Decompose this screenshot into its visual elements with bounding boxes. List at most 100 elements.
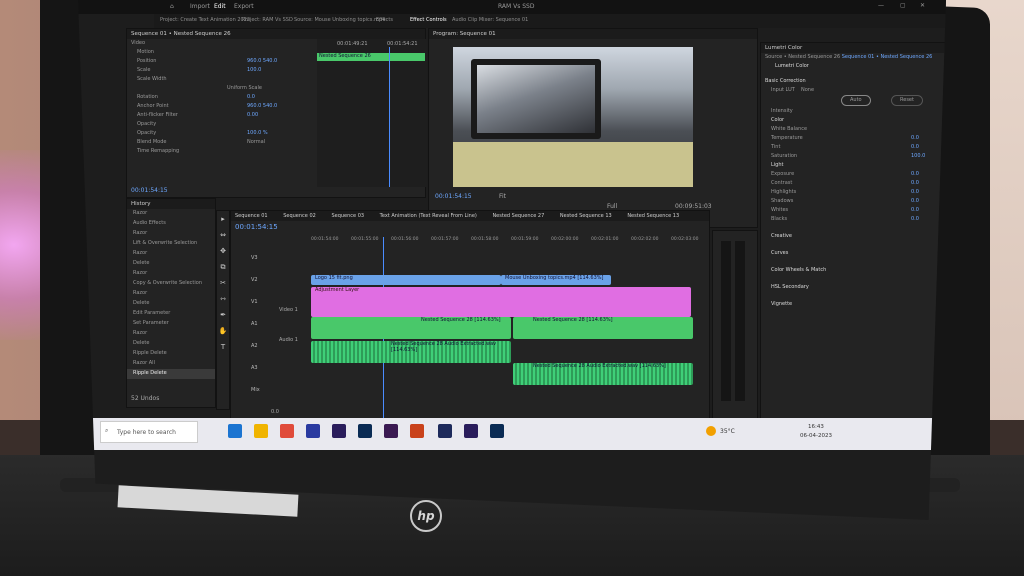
import-tab[interactable]: Import (190, 3, 210, 10)
history-item[interactable]: Ripple Delete (127, 369, 215, 379)
tab-nested-13a[interactable]: Nested Sequence 13 (560, 213, 612, 219)
adjustment-layer-clip[interactable]: Adjustment Layer (311, 287, 691, 317)
lumetri-effect[interactable]: Lumetri Color (761, 62, 945, 71)
tab-effects[interactable]: Effects (376, 17, 393, 23)
tab-effect-controls[interactable]: Effect Controls (410, 17, 447, 23)
history-item[interactable]: Razor (127, 329, 215, 339)
home-icon[interactable]: ⌂ (170, 3, 174, 10)
history-item[interactable]: Razor (127, 289, 215, 299)
whites-row[interactable]: Whites 0.0 (761, 206, 945, 215)
temperature-row[interactable]: Temperature 0.0 (761, 134, 945, 143)
minimize-icon[interactable]: — (878, 2, 884, 9)
intensity[interactable]: Intensity (761, 107, 945, 116)
app-icon[interactable] (410, 424, 424, 438)
history-item[interactable]: Razor (127, 269, 215, 279)
tab-nested-13b[interactable]: Nested Sequence 13 (627, 213, 679, 219)
tab-project-ram[interactable]: Project: RAM Vs SSD (242, 17, 293, 23)
export-tab[interactable]: Export (234, 3, 254, 10)
basic-correction[interactable]: Basic Correction (761, 77, 945, 86)
tab-nested-27[interactable]: Nested Sequence 27 (492, 213, 544, 219)
chrome-icon[interactable] (280, 424, 294, 438)
effect-timecode[interactable]: 00:01:54:15 (131, 187, 168, 194)
history-item[interactable]: Copy & Overwrite Selection (127, 279, 215, 289)
clock-time[interactable]: 16:43 (808, 424, 824, 430)
nested-clip-bar[interactable]: Nested Sequence 26 (317, 53, 425, 61)
photoshop-2-icon[interactable] (490, 424, 504, 438)
history-item[interactable]: Razor (127, 229, 215, 239)
history-item[interactable]: Edit Parameter (127, 309, 215, 319)
edit-tab[interactable]: Edit (214, 3, 226, 10)
blacks-row[interactable]: Blacks 0.0 (761, 215, 945, 224)
clock-date[interactable]: 06-04-2023 (800, 433, 832, 439)
weather-temp[interactable]: 35°C (720, 428, 735, 435)
tool-icons[interactable]: ▸ ⇔ ✥ ⧉ ✂ ⇿ ✒ ✋ T (217, 211, 229, 355)
color-section[interactable]: Color (761, 116, 945, 125)
file-explorer-icon[interactable] (254, 424, 268, 438)
audition-icon[interactable] (384, 424, 398, 438)
contrast-row[interactable]: Contrast 0.0 (761, 179, 945, 188)
program-timecode[interactable]: 00:01:54:15 (435, 193, 472, 200)
audio-clip-b[interactable]: Nested Sequence 28 Audio Extracted.wav [… (513, 363, 693, 385)
history-item[interactable]: Delete (127, 339, 215, 349)
weather-icon[interactable] (706, 426, 716, 436)
tab-project-text[interactable]: Project: Create Text Animation 2022 (160, 17, 250, 23)
logo-clip[interactable]: Logo 15 fit.png (311, 275, 501, 285)
tab-sequence-01[interactable]: Sequence 01 (235, 213, 268, 219)
timeline-timecode[interactable]: 00:01:54:15 (235, 223, 278, 231)
history-item[interactable]: Lift & Overwrite Selection (127, 239, 215, 249)
fit-dropdown[interactable]: Fit (499, 193, 506, 200)
tab-sequence-02[interactable]: Sequence 02 (283, 213, 316, 219)
history-item[interactable]: Set Parameter (127, 319, 215, 329)
time-ruler[interactable]: 00:01:54:00 00:01:55:00 00:01:56:00 00:01:5… (311, 237, 711, 247)
mouse-clip[interactable]: Mouse Unboxing topics.mp4 [114.63%] (501, 275, 611, 285)
maximize-icon[interactable]: ▢ (900, 2, 906, 9)
history-item[interactable]: Delete (127, 259, 215, 269)
auto-button[interactable]: Auto (841, 95, 871, 106)
track-header[interactable]: V1 (251, 299, 258, 305)
effect-mini-timeline[interactable]: 00:01:49:21 00:01:54:21 Nested Sequence … (317, 39, 427, 187)
history-item[interactable]: Ripple Delete (127, 349, 215, 359)
history-item[interactable]: Razor (127, 249, 215, 259)
close-icon[interactable]: ✕ (920, 2, 925, 9)
reset-button[interactable]: Reset (891, 95, 923, 106)
premiere-pro-icon[interactable] (438, 424, 452, 438)
tab-text-animation[interactable]: Text Animation (Text Reveal From Line) (380, 213, 477, 219)
highlights-row[interactable]: Highlights 0.0 (761, 188, 945, 197)
history-item[interactable]: Razor (127, 209, 215, 219)
nested-28-clip-a[interactable]: Nested Sequence 28 [114.63%] (311, 317, 511, 339)
photoshop-icon[interactable] (358, 424, 372, 438)
white-balance[interactable]: White Balance (761, 125, 945, 134)
tab-sequence-03[interactable]: Sequence 03 (331, 213, 364, 219)
vignette-section[interactable]: Vignette (761, 300, 945, 309)
task-view-icon[interactable] (228, 424, 242, 438)
track-header[interactable]: V2 (251, 277, 258, 283)
track-header[interactable]: A2 (251, 343, 258, 349)
after-effects-2-icon[interactable] (464, 424, 478, 438)
track-header[interactable]: A1 (251, 321, 258, 327)
track-header[interactable]: V3 (251, 255, 258, 261)
curves-section[interactable]: Curves (761, 249, 945, 258)
quality-dropdown[interactable]: Full (607, 203, 617, 210)
shadows-row[interactable]: Shadows 0.0 (761, 197, 945, 206)
history-item[interactable]: Delete (127, 299, 215, 309)
color-wheels-section[interactable]: Color Wheels & Match (761, 266, 945, 275)
input-lut[interactable]: Input LUT None (761, 86, 945, 95)
premiere-icon[interactable] (306, 424, 320, 438)
nested-28-clip-b[interactable]: Nested Sequence 28 [114.63%] (513, 317, 693, 339)
tint-row[interactable]: Tint 0.0 (761, 143, 945, 152)
track-header[interactable]: Mix (251, 387, 260, 393)
track-header[interactable]: A3 (251, 365, 258, 371)
taskbar-search[interactable]: ⌕ Type here to search (100, 421, 198, 443)
tab-audio-mixer[interactable]: Audio Clip Mixer: Sequence 01 (452, 17, 528, 23)
tab-source[interactable]: Source: Mouse Unboxing topics.mp4 (294, 17, 385, 23)
audio-clip-a[interactable]: Nested Sequence 28 Audio Extracted.wav [… (311, 341, 511, 363)
history-item[interactable]: Razor All (127, 359, 215, 369)
saturation-row[interactable]: Saturation 100.0 (761, 152, 945, 161)
creative-section[interactable]: Creative (761, 232, 945, 241)
light-section[interactable]: Light (761, 161, 945, 170)
history-item[interactable]: Audio Effects (127, 219, 215, 229)
hsl-section[interactable]: HSL Secondary (761, 283, 945, 292)
mix-value[interactable]: 0.0 (271, 409, 279, 415)
exposure-row[interactable]: Exposure 0.0 (761, 170, 945, 179)
after-effects-icon[interactable] (332, 424, 346, 438)
